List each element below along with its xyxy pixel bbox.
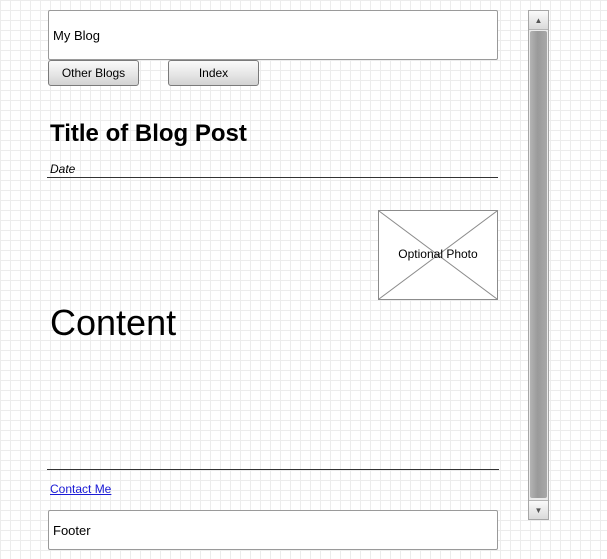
post-content: Content xyxy=(50,302,177,343)
scroll-thumb[interactable] xyxy=(530,31,547,498)
index-button-label: Index xyxy=(198,66,229,80)
footer-text: Footer xyxy=(53,522,91,538)
triangle-up-icon: ▲ xyxy=(534,15,543,25)
vertical-scrollbar[interactable]: ▲ ▼ xyxy=(528,10,549,520)
triangle-down-icon: ▼ xyxy=(534,505,543,515)
post-title: Title of Blog Post xyxy=(50,120,247,147)
blog-header: My Blog xyxy=(48,10,498,60)
scroll-down-button[interactable]: ▼ xyxy=(529,500,548,519)
footer: Footer xyxy=(48,510,498,550)
post-date: Date xyxy=(50,162,76,176)
content-bottom-divider xyxy=(47,469,499,470)
scroll-up-button[interactable]: ▲ xyxy=(529,11,548,30)
index-button[interactable]: Index xyxy=(168,60,259,86)
post-header-divider xyxy=(47,177,498,178)
optional-photo-placeholder: Optional Photo xyxy=(378,210,498,300)
blog-header-title: My Blog xyxy=(53,27,100,43)
contact-me-link[interactable]: Contact Me xyxy=(50,482,111,496)
other-blogs-button-label: Other Blogs xyxy=(61,66,126,80)
optional-photo-label: Optional Photo xyxy=(398,247,478,261)
other-blogs-button[interactable]: Other Blogs xyxy=(48,60,139,86)
